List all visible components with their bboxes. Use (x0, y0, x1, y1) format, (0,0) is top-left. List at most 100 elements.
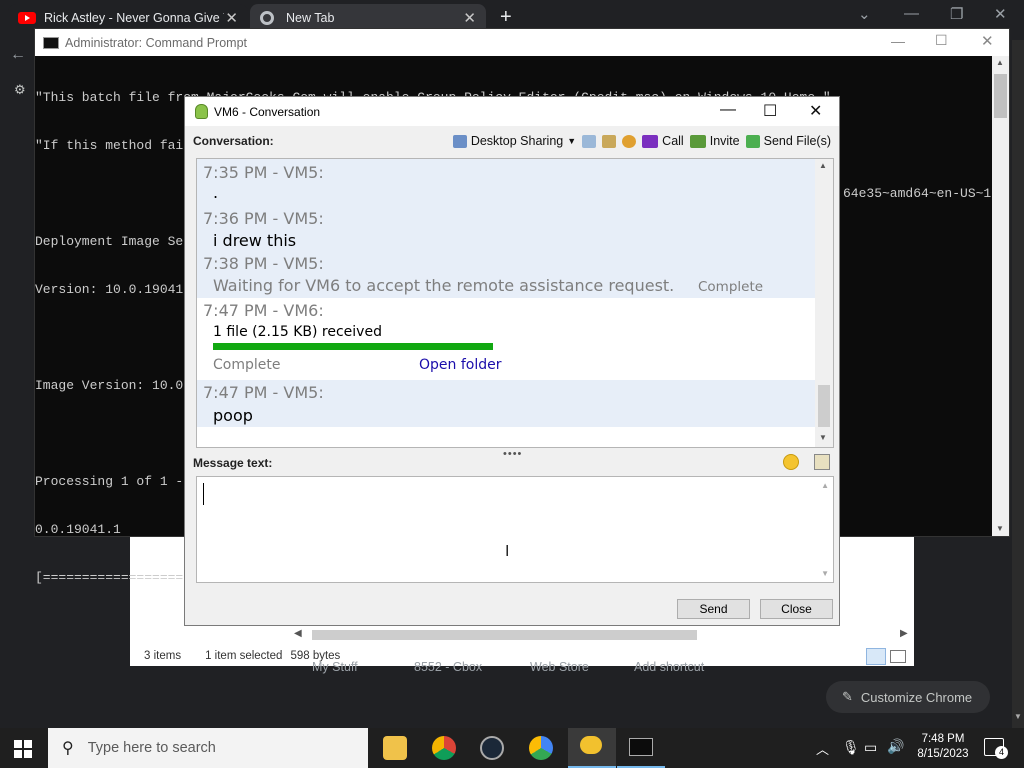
send-button[interactable]: Send (677, 599, 750, 619)
emoticon-icon[interactable] (783, 454, 799, 470)
scroll-right-arrow-icon[interactable]: ▶ (900, 628, 908, 639)
page-scrollbar[interactable]: ▼ (1012, 40, 1024, 728)
call-label: Call (662, 134, 684, 148)
chevron-up-icon[interactable]: ︿ (816, 739, 829, 758)
notification-center-icon[interactable]: 4 (984, 738, 1008, 759)
transfer-progress-track (213, 343, 493, 350)
status-selected: 1 item selected (205, 650, 283, 662)
chat-message: 7:38 PM - VM5: Waiting for VM6 to accept… (197, 251, 815, 298)
maximize-icon[interactable]: ☐ (763, 101, 777, 121)
shortcut-add[interactable]: Add shortcut (634, 660, 704, 674)
cmd-icon (629, 738, 653, 756)
scroll-thumb[interactable] (312, 630, 697, 640)
volume-icon[interactable]: 🔊 (887, 738, 904, 755)
close-tab-icon[interactable]: ✕ (463, 9, 476, 27)
scroll-down-arrow-icon[interactable]: ▼ (821, 569, 829, 578)
minimize-icon[interactable]: — (720, 101, 736, 119)
send-files-label: Send File(s) (763, 134, 831, 148)
message-text: i drew this (213, 231, 297, 250)
close-button[interactable]: Close (760, 599, 833, 619)
shortcut-my-stuff[interactable]: My Stuff (312, 660, 358, 674)
close-icon[interactable]: ✕ (809, 101, 822, 121)
call-button[interactable]: Call (642, 134, 684, 148)
restore-icon[interactable]: ❐ (950, 5, 963, 23)
clock[interactable]: 7:48 PM 8/15/2023 (912, 732, 974, 762)
dropdown-arrow-icon: ▼ (567, 136, 577, 146)
message-text: . (213, 183, 219, 202)
cmd-taskbar-button[interactable] (617, 728, 665, 768)
maximize-icon[interactable]: ☐ (935, 32, 948, 49)
message-header: 7:38 PM - VM5: (203, 254, 324, 273)
chrome-canary-icon[interactable] (529, 736, 553, 760)
shortcut-cbox[interactable]: 8552 - Cbox (414, 660, 482, 674)
microphone-icon[interactable]: 🎙 (842, 739, 860, 756)
open-folder-link[interactable]: Open folder (419, 357, 501, 373)
scroll-down-arrow-icon[interactable]: ▼ (819, 433, 827, 442)
font-settings-icon[interactable] (814, 454, 830, 470)
new-tab-plus-icon[interactable]: + (500, 6, 512, 29)
minimize-icon[interactable]: — (904, 5, 919, 22)
network-icon[interactable]: ▭ (864, 739, 877, 756)
add-contact-icon (689, 134, 706, 148)
remote-assistance-button[interactable] (622, 134, 637, 148)
large-icons-view-icon[interactable] (890, 650, 906, 663)
conversation-label: Conversation: (193, 134, 274, 148)
chat-message: 7:47 PM - VM5: poop (197, 380, 815, 427)
chrome-icon[interactable] (432, 736, 456, 760)
message-text-label: Message text: (193, 456, 273, 470)
file-explorer-icon[interactable] (383, 736, 407, 760)
send-file-icon (745, 134, 760, 148)
clock-time: 7:48 PM (921, 733, 965, 745)
shortcut-web-store[interactable]: Web Store (530, 660, 589, 674)
taskbar-search-box[interactable]: ⚲ Type here to search (48, 728, 368, 768)
notification-count-badge: 4 (995, 746, 1008, 759)
tab-search-chevron-icon[interactable]: ⌄ (858, 5, 871, 23)
close-tab-icon[interactable]: ✕ (225, 9, 238, 27)
back-arrow-icon[interactable]: ← (10, 46, 26, 64)
steam-icon[interactable] (480, 736, 504, 760)
ibeam-cursor-icon: I (505, 543, 510, 560)
close-icon[interactable]: ✕ (994, 5, 1007, 23)
chat-scrollbar[interactable]: ▲ ▼ (815, 159, 833, 447)
windows-taskbar: ⚲ Type here to search ︿ 🎙 ▭ 🔊 7:48 PM 8/… (0, 728, 1024, 768)
scroll-up-arrow-icon[interactable]: ▲ (819, 161, 827, 170)
message-text: poop (213, 406, 253, 425)
scroll-thumb[interactable] (994, 74, 1007, 118)
send-files-button[interactable]: Send File(s) (745, 134, 831, 148)
transfer-status: Complete (213, 357, 281, 373)
scroll-up-arrow-icon[interactable]: ▲ (821, 481, 829, 490)
invite-button[interactable]: Invite (689, 134, 740, 148)
transfer-progress-fill (213, 343, 493, 350)
messenger-taskbar-button[interactable] (568, 728, 616, 768)
close-icon[interactable]: ✕ (981, 32, 994, 50)
horizontal-scrollbar[interactable]: ◀ ▶ (130, 626, 914, 644)
gears-icon (622, 134, 637, 148)
chat-message: 7:35 PM - VM5: . (197, 159, 815, 205)
app-sharing-button[interactable] (602, 134, 617, 148)
extension-icon[interactable]: ⚙ (14, 82, 26, 98)
cmd-scrollbar[interactable]: ▲ ▼ (992, 56, 1009, 536)
scroll-down-arrow-icon[interactable]: ▼ (1014, 712, 1022, 721)
whiteboard-button[interactable] (582, 134, 597, 148)
minimize-icon[interactable]: — (891, 33, 905, 49)
scroll-up-arrow-icon[interactable]: ▲ (996, 58, 1004, 67)
splitter-grip[interactable]: •••• (503, 448, 522, 460)
conversation-history: 7:35 PM - VM5: . 7:36 PM - VM5: i drew t… (196, 158, 834, 448)
scroll-thumb[interactable] (818, 385, 830, 427)
message-text: Waiting for VM6 to accept the remote ass… (213, 276, 675, 295)
cmd-icon (43, 36, 59, 49)
monitor-icon (452, 134, 467, 148)
customize-chrome-button[interactable]: ✎ Customize Chrome (826, 681, 990, 713)
windows-start-icon[interactable] (14, 740, 32, 758)
scroll-down-arrow-icon[interactable]: ▼ (996, 524, 1004, 533)
message-input-box[interactable]: ▲ ▼ (196, 476, 834, 583)
message-status: Complete (698, 279, 764, 295)
message-header: 7:35 PM - VM5: (203, 163, 324, 182)
details-view-icon[interactable] (866, 648, 886, 665)
chat-message: 7:36 PM - VM5: i drew this (197, 205, 815, 251)
scroll-left-arrow-icon[interactable]: ◀ (294, 628, 302, 639)
desktop-sharing-button[interactable]: Desktop Sharing ▼ (452, 134, 577, 148)
file-transfer-message: 7:47 PM - VM6: 1 file (2.15 KB) received… (197, 298, 815, 380)
desktop-sharing-label: Desktop Sharing (470, 134, 564, 148)
conversation-titlebar: VM6 - Conversation — ☐ ✕ (185, 97, 839, 126)
